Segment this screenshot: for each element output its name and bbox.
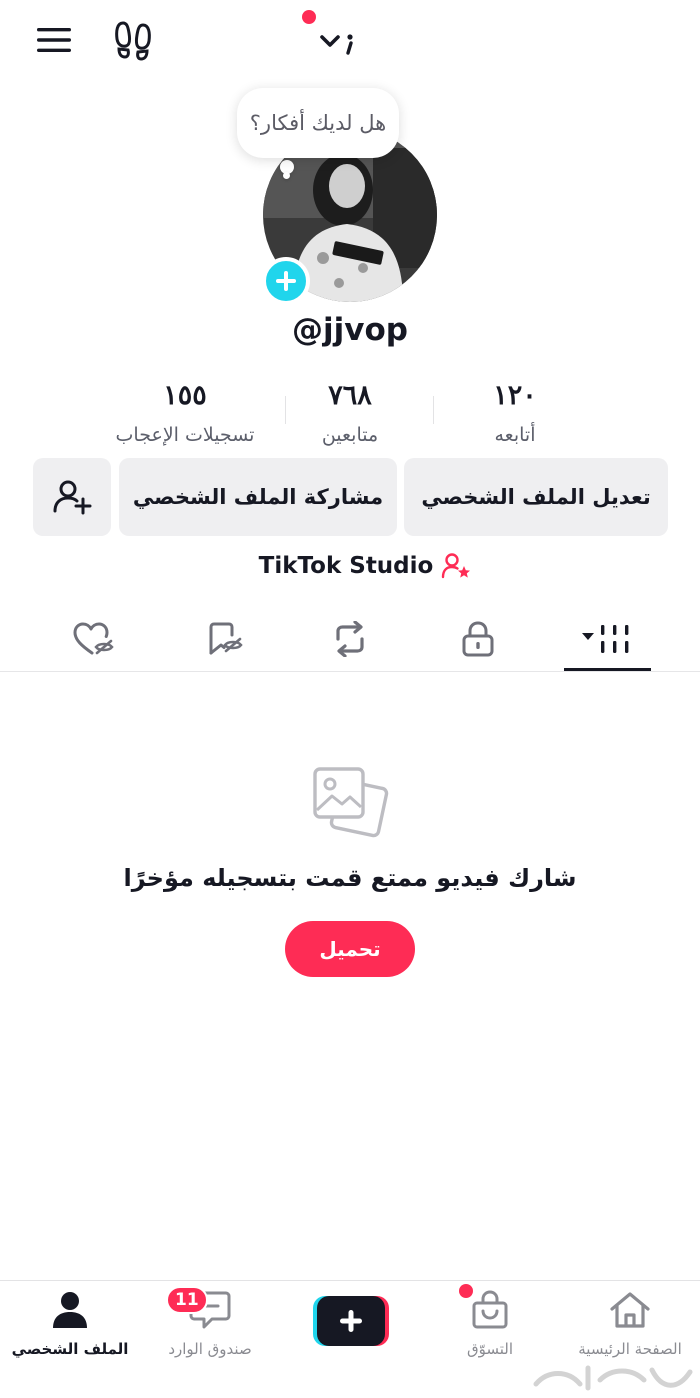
grid-icon: [582, 625, 629, 653]
hamburger-menu-icon: [37, 28, 71, 52]
add-avatar-button[interactable]: [262, 257, 310, 305]
followers-label: متابعين: [321, 424, 379, 446]
nav-inbox[interactable]: صندوق الوارد: [140, 1284, 280, 1374]
add-friends-button[interactable]: [33, 458, 111, 536]
edit-profile-button[interactable]: تعديل الملف الشخصي: [404, 458, 668, 536]
tabs-divider: [0, 671, 700, 672]
nav-profile[interactable]: الملف الشخصي: [0, 1284, 140, 1374]
create-button[interactable]: [313, 1296, 389, 1346]
following-stat[interactable]: ١٢٠ أتابعه: [430, 378, 600, 446]
bottom-nav-divider: [0, 1280, 700, 1281]
profile-views-button[interactable]: [108, 16, 158, 64]
bubble-text: هل لديك أفكار؟: [249, 111, 387, 135]
menu-button[interactable]: [30, 18, 78, 62]
creator-star-icon: [442, 553, 471, 579]
person-icon: [53, 1292, 87, 1328]
studio-label: TikTok Studio: [258, 553, 434, 579]
nav-profile-label: الملف الشخصي: [11, 1340, 129, 1358]
tab-favorites[interactable]: [178, 606, 268, 672]
now-post-icon: [320, 34, 353, 55]
tab-videos[interactable]: [563, 606, 653, 672]
shopping-bag-icon: [472, 1290, 508, 1329]
bubble-tail: [283, 172, 290, 179]
username: @jjvop: [292, 312, 408, 348]
tiktok-studio-link[interactable]: TikTok Studio: [255, 548, 475, 584]
thoughts-bubble[interactable]: هل لديك أفكار؟: [237, 88, 399, 158]
now-button[interactable]: [302, 10, 368, 64]
nav-inbox-label: صندوق الوارد: [168, 1340, 252, 1358]
watermark-logo: [528, 1360, 698, 1396]
nav-shop-label: التسوّق: [466, 1340, 514, 1358]
tab-private[interactable]: [433, 606, 523, 672]
lock-icon: [462, 621, 494, 657]
photos-placeholder-icon: [310, 764, 390, 844]
upload-button[interactable]: تحميل: [285, 921, 415, 977]
likes-stat[interactable]: ١٥٥ تسجيلات الإعجاب: [100, 378, 270, 446]
repost-icon: [336, 621, 364, 657]
notification-dot: [302, 10, 316, 24]
inbox-badge: 11: [166, 1286, 208, 1314]
followers-count: ٧٦٨: [328, 380, 372, 411]
tab-liked[interactable]: [48, 606, 138, 672]
bookmark-hidden-icon: [209, 622, 243, 655]
nav-home-label: الصفحة الرئيسية: [578, 1340, 682, 1358]
tab-reposts[interactable]: [305, 606, 395, 672]
empty-state-message: شارك فيديو ممتع قمت بتسجيله مؤخرًا: [123, 864, 577, 892]
create-plus-icon: [313, 1296, 389, 1346]
likes-label: تسجيلات الإعجاب: [115, 424, 255, 446]
share-profile-button[interactable]: مشاركة الملف الشخصي: [119, 458, 397, 536]
home-icon: [610, 1292, 650, 1328]
likes-count: ١٥٥: [163, 380, 207, 411]
add-user-icon: [53, 480, 92, 515]
footprints-icon: [115, 21, 151, 61]
shop-notification-dot: [459, 1284, 473, 1298]
heart-hidden-icon: [73, 622, 114, 655]
plus-icon: [276, 271, 296, 291]
following-count: ١٢٠: [493, 380, 537, 411]
followers-stat[interactable]: ٧٦٨ متابعين: [265, 378, 435, 446]
following-label: أتابعه: [494, 424, 536, 446]
